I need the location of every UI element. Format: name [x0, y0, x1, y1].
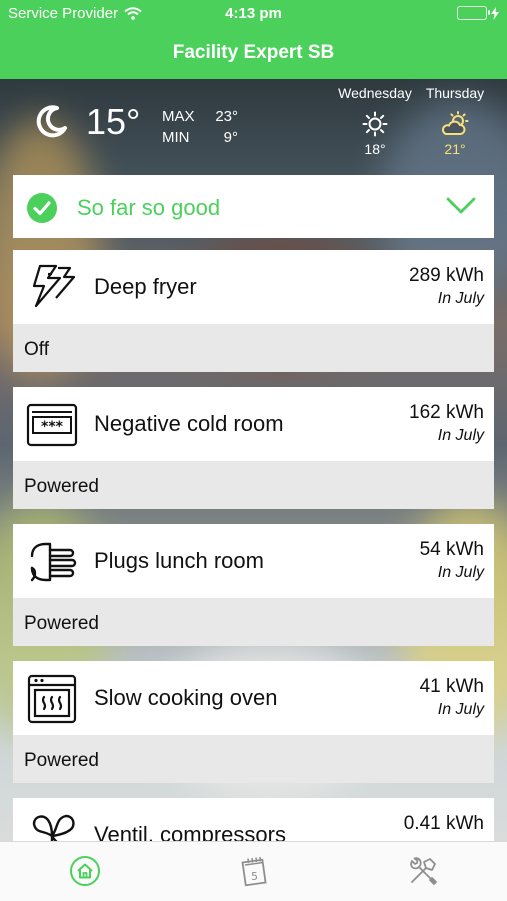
device-period: In July — [437, 427, 484, 444]
chevron-down-icon[interactable] — [446, 197, 476, 220]
moon-icon — [35, 104, 69, 143]
partly-cloudy-icon — [415, 109, 495, 139]
tools-icon — [410, 857, 437, 885]
min-value: 9° — [223, 129, 238, 146]
svg-text:***: *** — [41, 419, 64, 435]
temperature-range: MAX 23° MIN 9° — [162, 106, 238, 148]
forecast-wednesday: Wednesday 18° — [335, 85, 415, 157]
device-state: Powered — [24, 476, 99, 497]
lightning-icon — [25, 261, 79, 315]
device-card-deep-fryer[interactable]: Deep fryer 289 kWh In July Off — [13, 250, 494, 372]
forecast-temp: 21° — [444, 141, 466, 157]
device-card-negative-cold-room[interactable]: *** Negative cold room 162 kWh In July P… — [13, 387, 494, 509]
oven-icon — [25, 672, 79, 726]
current-temperature: 15° — [86, 101, 141, 142]
device-consumption: 162 kWh — [409, 402, 484, 423]
device-consumption: 289 kWh — [409, 265, 484, 286]
max-label: MAX — [162, 108, 195, 125]
tab-tools[interactable] — [406, 854, 440, 888]
device-state: Off — [24, 339, 49, 360]
check-circle-icon — [27, 193, 57, 228]
forecast-thursday: Thursday 21° — [415, 85, 495, 157]
device-state: Powered — [24, 750, 99, 771]
device-card-slow-cooking-oven[interactable]: Slow cooking oven 41 kWh In July Powered — [13, 661, 494, 783]
device-period: In July — [437, 564, 484, 581]
nav-bar: Facility Expert SB — [0, 28, 507, 79]
min-label: MIN — [162, 129, 190, 146]
charging-icon — [491, 6, 499, 20]
device-consumption: 0.41 kWh — [403, 813, 484, 834]
cold-room-icon: *** — [25, 398, 79, 452]
device-state: Powered — [24, 613, 99, 634]
status-bar: Service Provider 4:13 pm — [0, 0, 507, 28]
forecast-temp: 18° — [364, 141, 386, 157]
fan-icon — [25, 809, 79, 841]
tab-calendar[interactable]: 5 — [237, 854, 271, 888]
device-name: Plugs lunch room — [94, 548, 264, 573]
max-value: 23° — [215, 108, 238, 125]
device-consumption: 54 kWh — [419, 539, 484, 560]
device-name: Negative cold room — [94, 411, 284, 436]
page-title: Facility Expert SB — [172, 42, 335, 63]
tab-bar: 5 — [0, 841, 507, 901]
device-card-ventil-compressors[interactable]: Ventil. compressors 0.41 kWh — [13, 798, 494, 841]
clock: 4:13 pm — [225, 5, 282, 22]
battery-icon — [457, 6, 490, 20]
calendar-icon: 5 — [241, 856, 267, 887]
tab-home[interactable] — [68, 854, 102, 888]
device-name: Slow cooking oven — [94, 685, 278, 710]
device-period: In July — [437, 290, 484, 307]
device-card-header — [13, 250, 494, 324]
device-consumption: 41 kWh — [419, 676, 484, 697]
device-name: Deep fryer — [94, 274, 197, 299]
device-state-bar — [13, 324, 494, 372]
device-period: In July — [437, 701, 484, 718]
calendar-badge: 5 — [251, 870, 258, 883]
home-icon — [70, 856, 100, 886]
sun-icon — [335, 109, 415, 139]
plug-icon — [25, 535, 79, 589]
status-summary-card[interactable]: So far so good — [13, 175, 494, 238]
forecast-day: Thursday — [425, 85, 485, 101]
forecast-day: Wednesday — [338, 85, 412, 101]
device-name: Ventil. compressors — [94, 822, 286, 841]
status-text: So far so good — [77, 195, 221, 220]
device-card-plugs-lunch-room[interactable]: Plugs lunch room 54 kWh In July Powered — [13, 524, 494, 646]
